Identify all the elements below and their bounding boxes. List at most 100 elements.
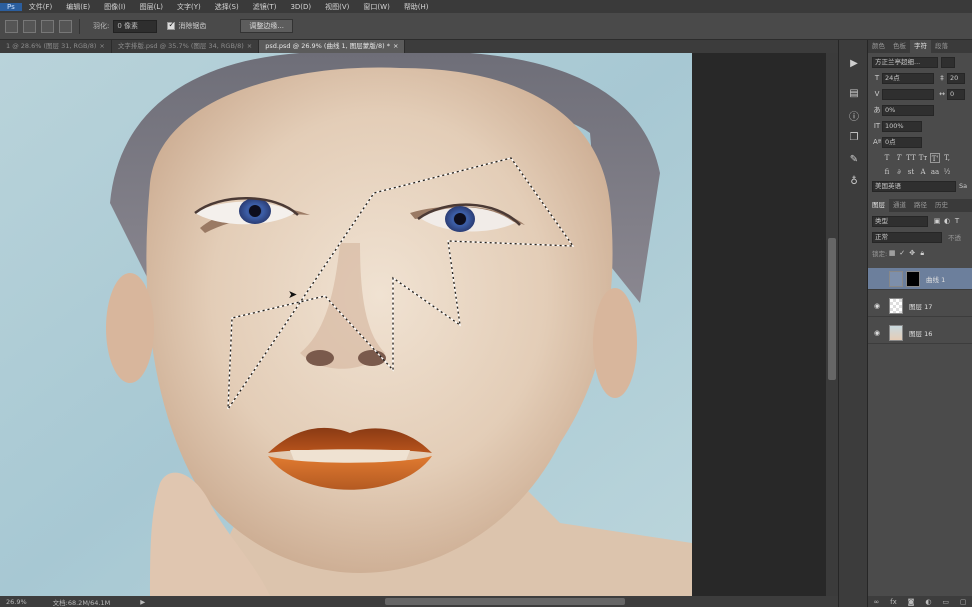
panel-tab[interactable]: 色板 [889, 40, 910, 53]
add-mask-icon[interactable]: ◙ [908, 598, 915, 606]
layer-mask-thumbnail[interactable] [906, 270, 920, 287]
all-caps-icon[interactable]: TT [906, 153, 916, 163]
document-tab-label: 文字排版.psd @ 35.7% (图层 34, RGB/8) [117, 42, 244, 50]
menu-item-3[interactable]: 图层(L) [133, 2, 170, 12]
clone-source-icon[interactable]: ♁ [843, 172, 865, 190]
blend-mode-select[interactable]: 正常 [872, 231, 942, 243]
brush-icon[interactable]: ✎ [843, 150, 865, 168]
tracking-input[interactable]: 0 [947, 88, 965, 100]
panel-tab[interactable]: 字符 [910, 40, 931, 53]
kerning-input[interactable] [882, 88, 934, 100]
baseline-icon: Aª [872, 138, 882, 146]
close-icon[interactable]: × [247, 42, 252, 50]
new-selection-button[interactable] [5, 19, 18, 33]
vertical-scale-input[interactable]: 100% [882, 120, 922, 132]
leading-icon: ‡ [940, 74, 944, 82]
subscript-icon[interactable]: T, [942, 153, 952, 163]
font-size-input[interactable]: 24点 [882, 72, 934, 84]
horizontal-scroll-thumb[interactable] [385, 598, 625, 605]
panel-tab[interactable]: 图层 [868, 199, 889, 212]
filter-adjustment-icon[interactable]: ◐ [942, 217, 952, 225]
scroll-thumb[interactable] [828, 238, 836, 380]
lock-position-icon[interactable]: ✥ [907, 249, 917, 257]
menu-item-4[interactable]: 文字(Y) [170, 2, 208, 12]
menu-item-0[interactable]: 文件(F) [22, 2, 60, 12]
font-style-select[interactable] [941, 56, 955, 68]
layer-filter-select[interactable]: 类型 [872, 215, 928, 227]
lock-transparent-icon[interactable]: ▦ [887, 249, 897, 257]
titling-icon[interactable]: A [918, 167, 928, 177]
panel-tab[interactable]: 段落 [931, 40, 952, 53]
faux-bold-icon[interactable]: T [882, 153, 892, 163]
menu-item-1[interactable]: 编辑(E) [59, 2, 97, 12]
layer-row[interactable]: ◉ 图层 17 [868, 295, 972, 317]
play-icon[interactable]: ▶ [843, 54, 865, 72]
link-layers-icon[interactable]: ∞ [873, 598, 879, 606]
menu-item-8[interactable]: 视图(V) [318, 2, 356, 12]
feather-input[interactable]: 0 像素 [113, 19, 158, 33]
menu-item-10[interactable]: 帮助(H) [397, 2, 436, 12]
font-family-select[interactable]: 方正兰亭超细... [872, 56, 938, 68]
intersect-selection-button[interactable] [59, 19, 72, 33]
layer-row[interactable]: 曲线 1 [868, 268, 972, 290]
blend-mode-row: 正常 不透 [868, 230, 972, 244]
histogram-icon[interactable]: ▤ [843, 84, 865, 102]
right-panel-dock: 颜色 色板 字符 段落 方正兰亭超细... T 24点 ‡ 20 V ↔ 0 あ 0%… [868, 40, 972, 607]
font-size-icon: T [874, 74, 880, 82]
panel-tab[interactable]: 路径 [910, 199, 931, 212]
canvas-area[interactable]: ➤ [0, 53, 826, 596]
lock-all-icon[interactable]: 🔒︎ [917, 249, 927, 258]
layer-row[interactable]: ◉ 图层 16 [868, 322, 972, 344]
fraction-icon[interactable]: ½ [942, 167, 952, 177]
aa-method[interactable]: Sa [959, 182, 967, 190]
panel-tab[interactable]: 历史 [931, 199, 952, 212]
visibility-eye-icon[interactable]: ◉ [871, 302, 883, 310]
baseline-input[interactable]: 0点 [882, 136, 922, 148]
feather-label: 羽化: [93, 22, 110, 30]
filter-type-icon[interactable]: T [952, 217, 962, 225]
faux-italic-icon[interactable]: T [894, 153, 904, 163]
language-select[interactable]: 美国英语 [872, 180, 956, 192]
menu-item-2[interactable]: 图像(I) [97, 2, 133, 12]
superscript-icon[interactable]: T' [930, 153, 940, 163]
ps-logo-icon[interactable]: Ps [0, 2, 22, 11]
subtract-selection-button[interactable] [41, 19, 54, 33]
close-icon[interactable]: × [99, 42, 104, 50]
tsume-input[interactable]: 0% [882, 104, 934, 116]
ordinal-icon[interactable]: aa [930, 167, 940, 177]
menu-item-5[interactable]: 选择(S) [208, 2, 246, 12]
small-caps-icon[interactable]: Tт [918, 153, 928, 163]
add-to-selection-button[interactable] [23, 19, 36, 33]
refine-edge-button[interactable]: 调整边缘... [240, 19, 294, 33]
tracking-icon: ↔ [939, 90, 945, 98]
document-tab[interactable]: 1 @ 28.6% (图层 31, RGB/8) × [0, 40, 112, 53]
panel-tab[interactable]: 通道 [889, 199, 910, 212]
collapsed-panel-strip: ▶ ▤ ⓘ ❐ ✎ ♁ [838, 40, 868, 607]
menu-item-6[interactable]: 滤镜(T) [246, 2, 284, 12]
document-tab[interactable]: 文字排版.psd @ 35.7% (图层 34, RGB/8) × [112, 40, 260, 53]
new-group-icon[interactable]: ▭ [942, 598, 949, 606]
vertical-scrollbar[interactable] [826, 53, 838, 596]
antialias-checkbox[interactable]: 消除锯齿 [167, 20, 206, 31]
menu-item-9[interactable]: 窗口(W) [356, 2, 396, 12]
filter-pixel-icon[interactable]: ▣ [932, 217, 942, 225]
leading-input[interactable]: 20 [947, 72, 965, 84]
lock-pixels-icon[interactable]: ✓ [897, 249, 907, 257]
document-tab[interactable]: psd.psd @ 26.9% (曲线 1, 图层蒙版/8) * × [259, 40, 406, 53]
panel-tab[interactable]: 颜色 [868, 40, 889, 53]
visibility-eye-icon[interactable]: ◉ [871, 329, 883, 337]
ligature-icon[interactable]: fi [882, 167, 892, 177]
close-icon[interactable]: × [393, 42, 398, 50]
stylistic-icon[interactable]: st [906, 167, 916, 177]
status-menu-arrow-icon[interactable]: ▶ [140, 598, 145, 606]
layer-style-icon[interactable]: fx [890, 598, 897, 606]
swash-icon[interactable]: ∂ [894, 167, 904, 177]
new-layer-icon[interactable]: ▢ [960, 598, 967, 606]
new-adjustment-icon[interactable]: ◐ [925, 598, 931, 606]
layer-comps-icon[interactable]: ❐ [843, 128, 865, 146]
info-icon[interactable]: ⓘ [843, 106, 865, 124]
status-bar: 26.9% 文档:68.2M/64.1M ▶ [0, 596, 838, 607]
menu-item-7[interactable]: 3D(D) [283, 3, 318, 11]
layer-filter-row: 类型 ▣ ◐ T [868, 214, 972, 228]
zoom-level[interactable]: 26.9% [0, 598, 33, 606]
